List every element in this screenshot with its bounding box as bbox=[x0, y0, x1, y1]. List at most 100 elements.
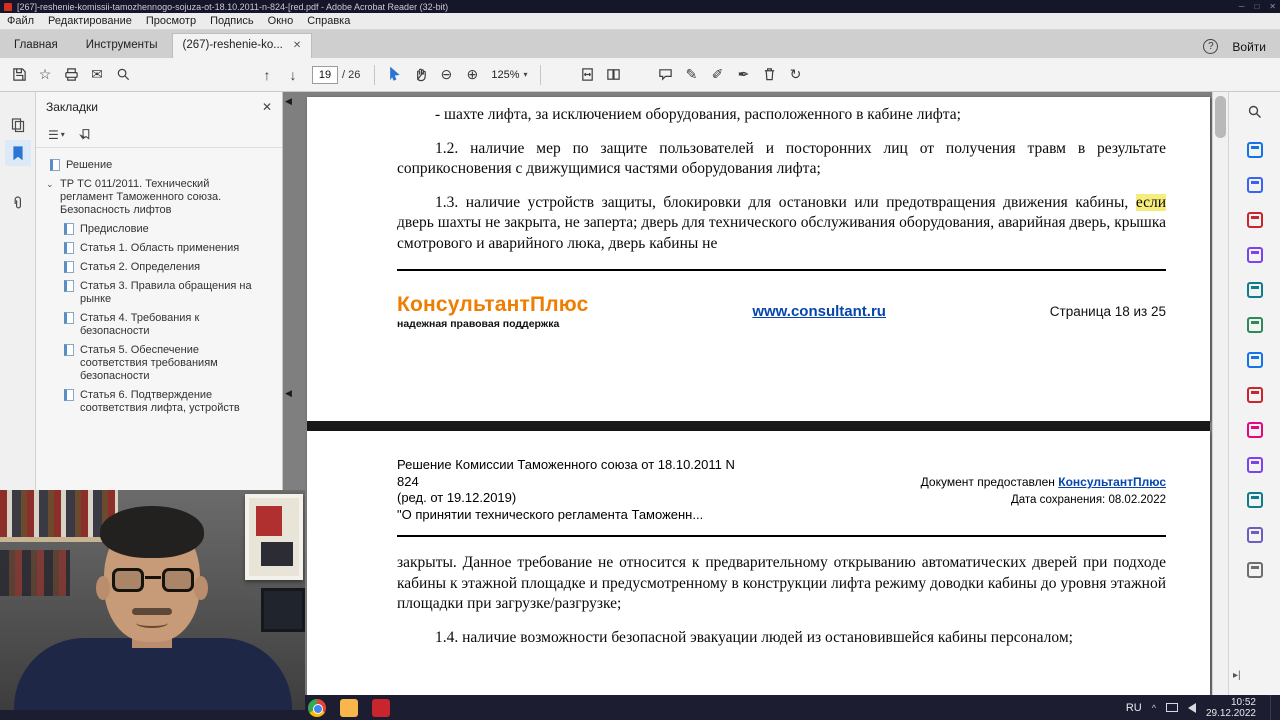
vertical-scrollbar[interactable] bbox=[1212, 92, 1228, 695]
print-icon[interactable] bbox=[58, 62, 84, 88]
previous-page-icon[interactable]: ↑ bbox=[254, 62, 280, 88]
bookmark-item[interactable]: Статья 1. Область применения bbox=[42, 239, 278, 258]
tray-chevron-icon[interactable]: ^ bbox=[1152, 703, 1156, 713]
zoom-out-icon[interactable]: ⊖ bbox=[433, 62, 459, 88]
doc-title-line: (ред. от 19.12.2019) bbox=[397, 490, 517, 505]
go-to-current-bookmark-icon[interactable] bbox=[78, 128, 92, 141]
close-button[interactable]: ✕ bbox=[1269, 2, 1276, 11]
draw-icon[interactable]: ✐ bbox=[705, 62, 731, 88]
bookmark-item[interactable]: ⌄ ТР ТС 011/2011. Технический регламент … bbox=[42, 175, 278, 220]
bookmark-item[interactable]: Статья 5. Обеспечение соответствия требо… bbox=[42, 341, 278, 386]
bookmark-item[interactable]: Статья 6. Подтверждение соответствия лиф… bbox=[42, 386, 278, 418]
maximize-button[interactable]: □ bbox=[1254, 2, 1259, 11]
bookmark-item[interactable]: Предисловие bbox=[42, 220, 278, 239]
minimize-button[interactable]: ─ bbox=[1239, 2, 1245, 11]
webcam-person-body bbox=[14, 638, 292, 710]
tab-close-icon[interactable]: ✕ bbox=[293, 40, 301, 51]
tab-tools[interactable]: Инструменты bbox=[72, 33, 172, 58]
export-pdf-icon[interactable] bbox=[1243, 208, 1267, 232]
consultant-url-link[interactable]: www.consultant.ru bbox=[752, 303, 886, 320]
pdf-page-18: - шахте лифта, за исключением оборудован… bbox=[307, 97, 1210, 421]
send-for-signature-icon[interactable] bbox=[1243, 453, 1267, 477]
menu-edit[interactable]: Редактирование bbox=[41, 15, 139, 27]
fit-width-icon[interactable] bbox=[575, 62, 601, 88]
menu-bar: Файл Редактирование Просмотр Подпись Окн… bbox=[0, 13, 1280, 30]
bookshelf-lower bbox=[0, 550, 70, 596]
stamp-tool-icon[interactable] bbox=[1243, 488, 1267, 512]
highlight-icon[interactable]: ✎ bbox=[679, 62, 705, 88]
tab-document[interactable]: (267)-reshenie-ko... ✕ bbox=[171, 33, 313, 58]
page-info-label: Страница 18 из 25 bbox=[1049, 304, 1166, 319]
scrollbar-thumb[interactable] bbox=[1215, 96, 1226, 138]
chevron-expanded-icon[interactable]: ⌄ bbox=[46, 178, 60, 191]
panel-collapse-arrow-icon[interactable]: ◀ bbox=[285, 388, 292, 399]
taskbar-browser-icon[interactable] bbox=[308, 698, 326, 717]
main-toolbar: ☆ ✉ ↑ ↓ / 26 ⊖ ⊕ 125% ▾ ✎ ✐ ✒ ↻ bbox=[0, 58, 1280, 92]
taskbar-clock[interactable]: 10:52 29.12.2022 bbox=[1206, 697, 1256, 719]
tab-home[interactable]: Главная bbox=[0, 33, 72, 58]
select-tool-icon[interactable] bbox=[381, 62, 407, 88]
delete-icon[interactable] bbox=[757, 62, 783, 88]
menu-view[interactable]: Просмотр bbox=[139, 15, 203, 27]
menu-help[interactable]: Справка bbox=[300, 15, 357, 27]
save-icon[interactable] bbox=[6, 62, 32, 88]
menu-sign[interactable]: Подпись bbox=[203, 15, 261, 27]
next-page-icon[interactable]: ↓ bbox=[280, 62, 306, 88]
expand-tools-panel-icon[interactable]: ▸| bbox=[1233, 670, 1241, 681]
bookmarks-options-icon[interactable]: ☰ ▾ bbox=[48, 128, 65, 142]
show-desktop-button[interactable] bbox=[1270, 695, 1274, 720]
webcam-person-glasses bbox=[112, 568, 194, 594]
menu-file[interactable]: Файл bbox=[0, 15, 41, 27]
consultant-footer: КонсультантПлюс надежная правовая поддер… bbox=[397, 293, 1166, 330]
toolbar-divider bbox=[374, 64, 376, 85]
bookmarks-panel-icon[interactable] bbox=[5, 140, 31, 166]
hand-tool-icon[interactable] bbox=[407, 62, 433, 88]
acrobat-app-icon bbox=[4, 2, 12, 11]
zoom-in-icon[interactable]: ⊕ bbox=[459, 62, 485, 88]
page-view-icon[interactable] bbox=[601, 62, 627, 88]
comment-tool-icon[interactable] bbox=[1243, 243, 1267, 267]
organize-pages-icon[interactable] bbox=[1243, 313, 1267, 337]
page-thumbnails-icon[interactable] bbox=[5, 112, 31, 138]
tab-bar: Главная Инструменты (267)-reshenie-ko...… bbox=[0, 30, 1280, 58]
bookmarks-close-icon[interactable]: ✕ bbox=[262, 100, 272, 114]
measure-tool-icon[interactable] bbox=[1243, 523, 1267, 547]
bookmark-item[interactable]: Решение bbox=[42, 156, 278, 175]
combine-files-icon[interactable] bbox=[1243, 278, 1267, 302]
email-icon[interactable]: ✉ bbox=[84, 62, 110, 88]
taskbar-explorer-icon[interactable] bbox=[340, 698, 358, 717]
zoom-level-select[interactable]: 125% ▾ bbox=[485, 67, 533, 83]
attachments-icon[interactable] bbox=[5, 190, 31, 216]
search-icon[interactable] bbox=[110, 62, 136, 88]
rotate-icon[interactable]: ↻ bbox=[783, 62, 809, 88]
paragraph: 1.3. наличие устройств защиты, блокировк… bbox=[397, 193, 1166, 252]
volume-icon[interactable] bbox=[1187, 702, 1196, 713]
comment-icon[interactable] bbox=[653, 62, 679, 88]
more-tools-icon[interactable] bbox=[1243, 558, 1267, 582]
bookmark-item[interactable]: Статья 4. Требования к безопасности bbox=[42, 309, 278, 341]
star-favorites-icon[interactable]: ☆ bbox=[32, 62, 58, 88]
create-pdf-icon[interactable] bbox=[1243, 138, 1267, 162]
bookmark-item[interactable]: Статья 2. Определения bbox=[42, 258, 278, 277]
edit-pdf-icon[interactable] bbox=[1243, 173, 1267, 197]
page-number-input[interactable] bbox=[312, 65, 338, 84]
footer-rule bbox=[397, 269, 1166, 271]
fill-and-sign-icon[interactable] bbox=[1243, 418, 1267, 442]
search-icon[interactable] bbox=[1243, 100, 1267, 124]
menu-window[interactable]: Окно bbox=[261, 15, 301, 27]
help-icon[interactable]: ? bbox=[1203, 39, 1219, 54]
taskbar-acrobat-icon[interactable] bbox=[372, 698, 390, 717]
sign-in-button[interactable]: Войти bbox=[1232, 40, 1266, 54]
compress-pdf-icon[interactable] bbox=[1243, 348, 1267, 372]
signature-icon[interactable]: ✒ bbox=[731, 62, 757, 88]
bookmark-item[interactable]: Статья 3. Правила обращения на рынке bbox=[42, 277, 278, 309]
window-title: [267]-reshenie-komissii-tamozhennogo-soj… bbox=[17, 1, 449, 12]
bookmark-icon bbox=[64, 389, 74, 401]
protect-pdf-icon[interactable] bbox=[1243, 383, 1267, 407]
language-indicator[interactable]: RU bbox=[1126, 702, 1142, 714]
network-icon[interactable] bbox=[1165, 703, 1178, 712]
consultant-logo: КонсультантПлюс bbox=[397, 293, 589, 316]
consultant-link[interactable]: КонсультантПлюс bbox=[1058, 475, 1166, 489]
panel-collapse-arrow-icon[interactable]: ◀ bbox=[285, 96, 292, 107]
paragraph: - шахте лифта, за исключением оборудован… bbox=[435, 106, 961, 123]
